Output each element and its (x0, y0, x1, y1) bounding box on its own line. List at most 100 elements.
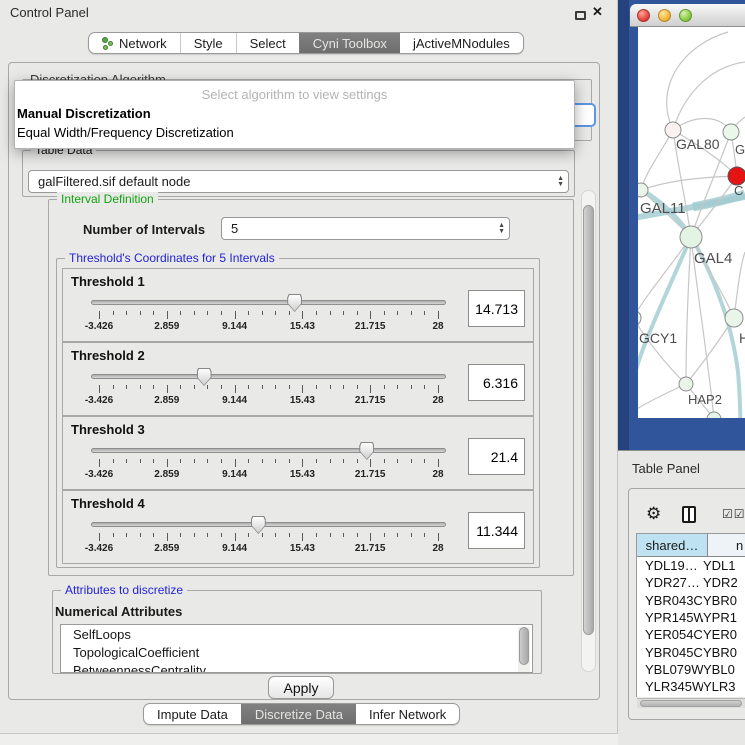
table-row[interactable]: YDR27…YDR2 (637, 574, 745, 591)
tab-select[interactable]: Select (236, 33, 299, 53)
tab-style[interactable]: Style (180, 33, 236, 53)
slider-thumb[interactable] (197, 368, 212, 386)
table-row[interactable]: YER054CYER0 (637, 626, 745, 643)
threshold-label: Threshold 2 (71, 348, 145, 363)
maximize-window-icon[interactable] (679, 9, 692, 22)
slider-scale-labels: -3.4262.8599.14415.4321.71528 (91, 543, 446, 555)
table-row[interactable]: YLR345WYLR3 (637, 678, 745, 695)
attributes-group-title: Attributes to discretize (61, 583, 187, 598)
close-panel-icon[interactable]: ✕ (592, 4, 603, 20)
tab-infer-network[interactable]: Infer Network (356, 704, 459, 724)
threshold-value-field[interactable]: 21.4 (468, 438, 525, 475)
table-row[interactable]: YPR145WYPR1 (637, 609, 745, 626)
numerical-attributes-list[interactable]: SelfLoopsTopologicalCoefficientBetweenne… (60, 624, 533, 673)
list-scrollbar-thumb[interactable] (519, 627, 529, 665)
threshold-row: Threshold 3 -3.4262.8599.14415.4321.71528… (62, 416, 534, 490)
table-row[interactable]: YBL079WYBL0 (637, 661, 745, 678)
slider-scale-labels: -3.4262.8599.14415.4321.71528 (91, 395, 446, 407)
attribute-list-item[interactable]: TopologicalCoefficient (61, 643, 532, 661)
table-rows: YDL19…YDL1YDR27…YDR2YBR043CYBR0YPR145WYP… (637, 557, 745, 697)
network-node-label: H (739, 330, 745, 346)
network-window-titlebar[interactable] (630, 4, 745, 27)
slider-thumb[interactable] (359, 442, 374, 460)
network-node-label: GAL4 (694, 250, 732, 267)
combo-stepper-icon: ▲▼ (498, 218, 505, 239)
network-node-label: GAL80 (676, 136, 720, 152)
network-node[interactable] (638, 183, 648, 197)
network-node[interactable] (638, 310, 641, 326)
number-of-intervals-label: Number of Intervals (83, 222, 205, 237)
panel-scrollbar[interactable] (581, 190, 596, 672)
table-row[interactable]: YBR045CYBR0 (637, 643, 745, 660)
bottom-tabs: Impute Data Discretize Data Infer Networ… (143, 703, 460, 725)
table-hscrollbar[interactable] (637, 698, 745, 708)
table-hscrollbar-thumb[interactable] (640, 700, 742, 707)
network-node[interactable] (723, 124, 739, 140)
threshold-label: Threshold 1 (71, 274, 145, 289)
numerical-attributes-label: Numerical Attributes (55, 604, 182, 619)
network-node-label: GAL11 (640, 200, 686, 217)
slider-thumb[interactable] (251, 516, 266, 534)
attribute-list-item[interactable]: SelfLoops (61, 625, 532, 643)
minimize-window-icon[interactable] (658, 9, 671, 22)
network-node-label: HAP2 (688, 392, 722, 407)
slider-ruler (91, 311, 446, 320)
tab-cyni-toolbox[interactable]: Cyni Toolbox (299, 33, 400, 53)
close-window-icon[interactable] (637, 9, 650, 22)
network-graph: GAL80GACGAL11GAL4GCY1HHAP2 (638, 27, 745, 418)
node-table: shared… n YDL19…YDL1YDR27…YDR2YBR043CYBR… (636, 533, 745, 697)
threshold-row: Threshold 4-3.4262.8599.14415.4321.71528… (62, 490, 534, 564)
float-window-icon[interactable] (575, 11, 586, 20)
slider-track[interactable] (91, 374, 446, 379)
dropdown-option-equal-width[interactable]: Equal Width/Frequency Discretization (17, 125, 234, 140)
table-data-combobox[interactable]: galFiltered.sif default node ▲▼ (28, 170, 569, 193)
slider-thumb[interactable] (287, 294, 302, 312)
tab-network[interactable]: Network (89, 33, 180, 53)
threshold-value-field[interactable]: 11.344 (468, 512, 525, 549)
column-header-shared-name[interactable]: shared… (637, 534, 708, 556)
scrollbar-thumb[interactable] (583, 205, 594, 635)
slider-scale-labels: -3.4262.8599.14415.4321.71528 (91, 469, 446, 481)
slider-scale-labels: -3.4262.8599.14415.4321.71528 (91, 321, 446, 333)
list-scrollbar[interactable] (518, 627, 530, 673)
tab-discretize-data[interactable]: Discretize Data (241, 704, 356, 724)
dropdown-placeholder-option[interactable]: Select algorithm to view settings (15, 87, 574, 102)
slider-track[interactable] (91, 300, 446, 305)
apply-button[interactable]: Apply (268, 676, 334, 699)
dropdown-option-manual-discretization[interactable]: Manual Discretization (17, 106, 151, 121)
bottom-strip (0, 733, 620, 745)
checkbox-icons[interactable]: ☑☑ (722, 507, 745, 521)
interval-definition-title: Interval Definition (57, 192, 158, 207)
algorithm-dropdown-popup: Select algorithm to view settings Manual… (14, 80, 575, 149)
threshold-value-field[interactable]: 6.316 (468, 364, 525, 401)
table-row[interactable]: YIL052CYIL0 (637, 695, 745, 697)
split-columns-icon[interactable] (682, 506, 696, 523)
panel-title: Control Panel (10, 5, 89, 20)
table-row[interactable]: YDL19…YDL1 (637, 557, 745, 574)
table-header: shared… n (637, 534, 745, 557)
control-panel-tabs: Network Style Select Cyni Toolbox jActiv… (88, 32, 524, 54)
slider-track[interactable] (91, 522, 446, 527)
number-of-intervals-combobox[interactable]: 5 ▲▼ (221, 217, 510, 240)
network-tab-icon (102, 37, 114, 50)
threshold-row: Threshold 2 -3.4262.8599.14415.4321.71528… (62, 342, 534, 416)
slider-track[interactable] (91, 448, 446, 453)
slider-ruler (91, 533, 446, 542)
column-header-name[interactable]: n (708, 534, 745, 556)
network-node[interactable] (725, 309, 743, 327)
combo-stepper-icon: ▲▼ (557, 171, 564, 192)
tab-jactivemnodules[interactable]: jActiveMNodules (400, 33, 523, 53)
network-view-canvas[interactable]: GAL80GACGAL11GAL4GCY1HHAP2 (638, 27, 745, 418)
network-node[interactable] (679, 377, 693, 391)
threshold-label: Threshold 3 (71, 422, 145, 437)
gear-icon[interactable]: ⚙ (646, 504, 661, 524)
slider-ruler (91, 459, 446, 468)
network-node-label: C (734, 183, 743, 198)
tab-impute-data[interactable]: Impute Data (144, 704, 241, 724)
table-row[interactable]: YBR043CYBR0 (637, 592, 745, 609)
attribute-list-item[interactable]: BetweennessCentrality (61, 661, 532, 673)
network-node-label: GCY1 (639, 330, 677, 346)
thresholds-group-title: Threshold's Coordinates for 5 Intervals (65, 251, 279, 266)
network-node[interactable] (680, 226, 702, 248)
threshold-value-field[interactable]: 14.713 (468, 290, 525, 327)
